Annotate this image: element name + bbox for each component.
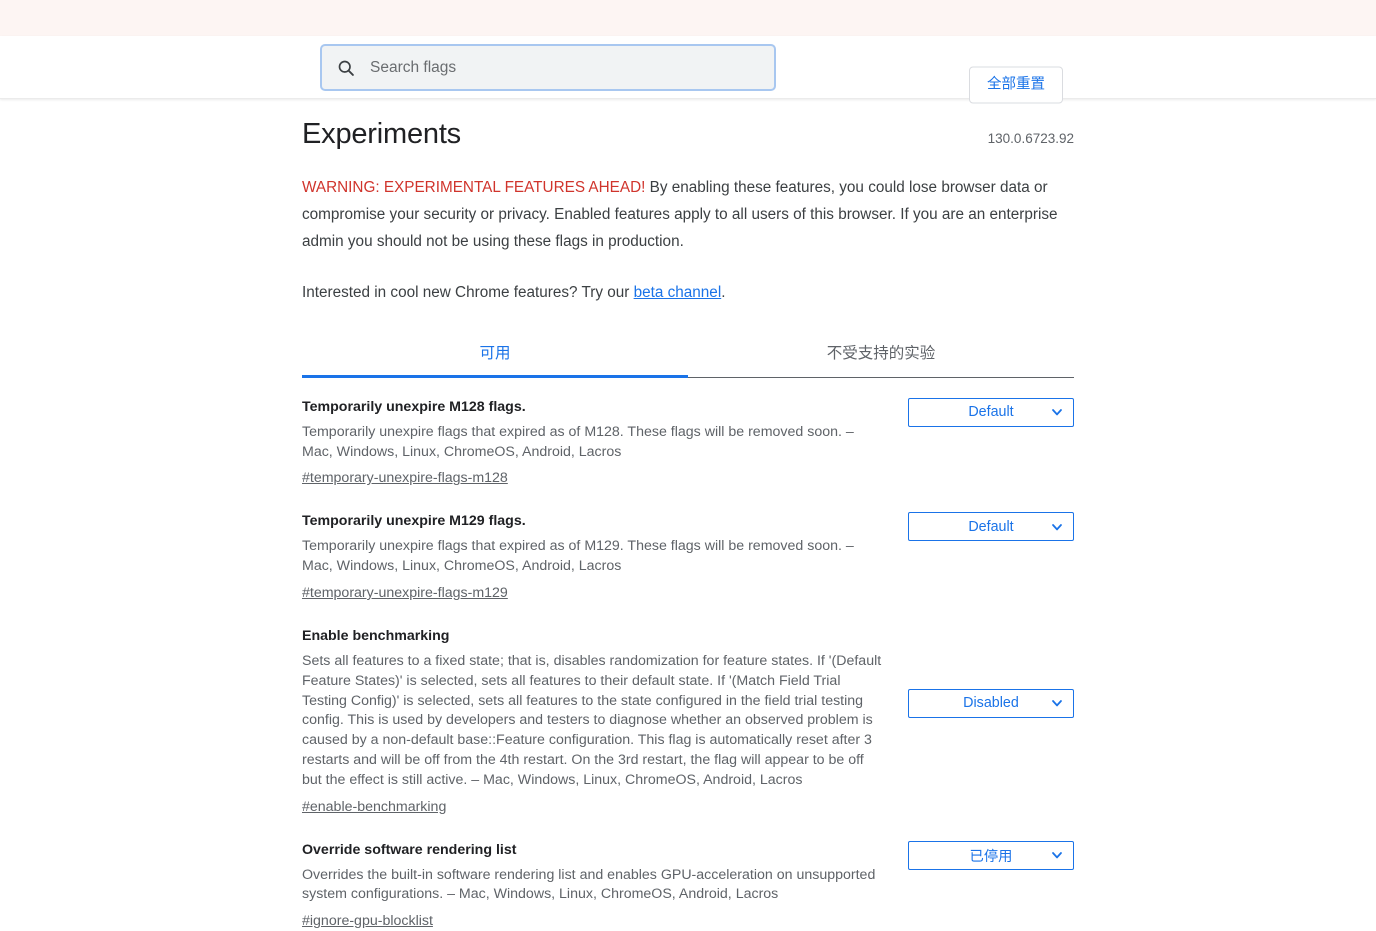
experiments-content: Experiments 130.0.6723.92 WARNING: EXPER… <box>302 99 1074 931</box>
beta-lead-text: Interested in cool new Chrome features? … <box>302 283 634 301</box>
page-title: Experiments <box>302 118 461 150</box>
flag-description: Temporarily unexpire flags that expired … <box>302 423 854 460</box>
flag-state-select[interactable]: Disabled <box>908 688 1074 718</box>
flags-list: Temporarily unexpire M128 flags. Tempora… <box>302 378 1074 931</box>
flag-control: Default <box>887 512 1074 542</box>
flag-state-select[interactable]: Default <box>908 397 1074 427</box>
flag-state-value: Default <box>968 518 1014 535</box>
reset-all-button[interactable]: 全部重置 <box>969 66 1063 104</box>
flag-info: Temporarily unexpire M128 flags. Tempora… <box>302 398 887 489</box>
search-field-container[interactable] <box>320 44 776 91</box>
chevron-down-icon <box>1052 700 1062 707</box>
experiments-tabs: 可用 不受支持的实验 <box>302 337 1074 378</box>
flag-row: Override software rendering list Overrid… <box>302 827 1074 931</box>
flag-description: Overrides the built-in software renderin… <box>302 866 876 903</box>
flag-info: Override software rendering list Overrid… <box>302 841 887 931</box>
flags-header-bar: 全部重置 <box>0 36 1376 104</box>
flag-state-value: 已停用 <box>969 848 1013 865</box>
search-icon <box>338 60 354 76</box>
flag-row: Temporarily unexpire M129 flags. Tempora… <box>302 498 1074 613</box>
flag-title: Temporarily unexpire M129 flags. <box>302 513 526 530</box>
flag-state-select[interactable]: 已停用 <box>908 840 1074 870</box>
tab-available[interactable]: 可用 <box>302 337 688 378</box>
chevron-down-icon <box>1052 523 1062 531</box>
flag-description: Sets all features to a fixed state; that… <box>302 652 882 788</box>
flag-permalink[interactable]: #temporary-unexpire-flags-m129 <box>302 584 508 603</box>
flag-state-select[interactable]: Default <box>908 512 1074 542</box>
flag-title: Enable benchmarking <box>302 627 450 644</box>
beta-channel-link[interactable]: beta channel <box>634 284 722 301</box>
flag-info: Enable benchmarking Sets all features to… <box>302 627 887 817</box>
chevron-down-icon <box>1052 852 1062 859</box>
beta-channel-text: Interested in cool new Chrome features? … <box>302 279 1074 306</box>
flag-row: Enable benchmarking Sets all features to… <box>302 613 1074 827</box>
search-input[interactable] <box>370 46 760 89</box>
flag-permalink[interactable]: #ignore-gpu-blocklist <box>302 912 433 931</box>
flag-title: Temporarily unexpire M128 flags. <box>302 398 526 415</box>
title-row: Experiments 130.0.6723.92 <box>302 117 1074 152</box>
beta-tail-text: . <box>721 283 726 301</box>
flag-control: Disabled <box>887 627 1074 718</box>
flag-state-value: Default <box>968 404 1014 421</box>
tab-unsupported[interactable]: 不受支持的实验 <box>688 337 1074 377</box>
flag-permalink[interactable]: #temporary-unexpire-flags-m128 <box>302 469 508 488</box>
experimental-warning-text: WARNING: EXPERIMENTAL FEATURES AHEAD! By… <box>302 174 1074 255</box>
warning-prefix: WARNING: EXPERIMENTAL FEATURES AHEAD! <box>302 178 646 196</box>
flag-control: 已停用 <box>887 840 1074 870</box>
flag-state-value: Disabled <box>963 695 1019 712</box>
flag-control: Default <box>887 397 1074 427</box>
flag-title: Override software rendering list <box>302 841 517 858</box>
flag-permalink[interactable]: #enable-benchmarking <box>302 798 446 817</box>
flag-row: Temporarily unexpire M128 flags. Tempora… <box>302 384 1074 499</box>
version-label: 130.0.6723.92 <box>987 131 1074 146</box>
top-accent-strip <box>0 0 1376 36</box>
chevron-down-icon <box>1052 409 1062 416</box>
flag-info: Temporarily unexpire M129 flags. Tempora… <box>302 512 887 603</box>
flag-description: Temporarily unexpire flags that expired … <box>302 538 854 575</box>
